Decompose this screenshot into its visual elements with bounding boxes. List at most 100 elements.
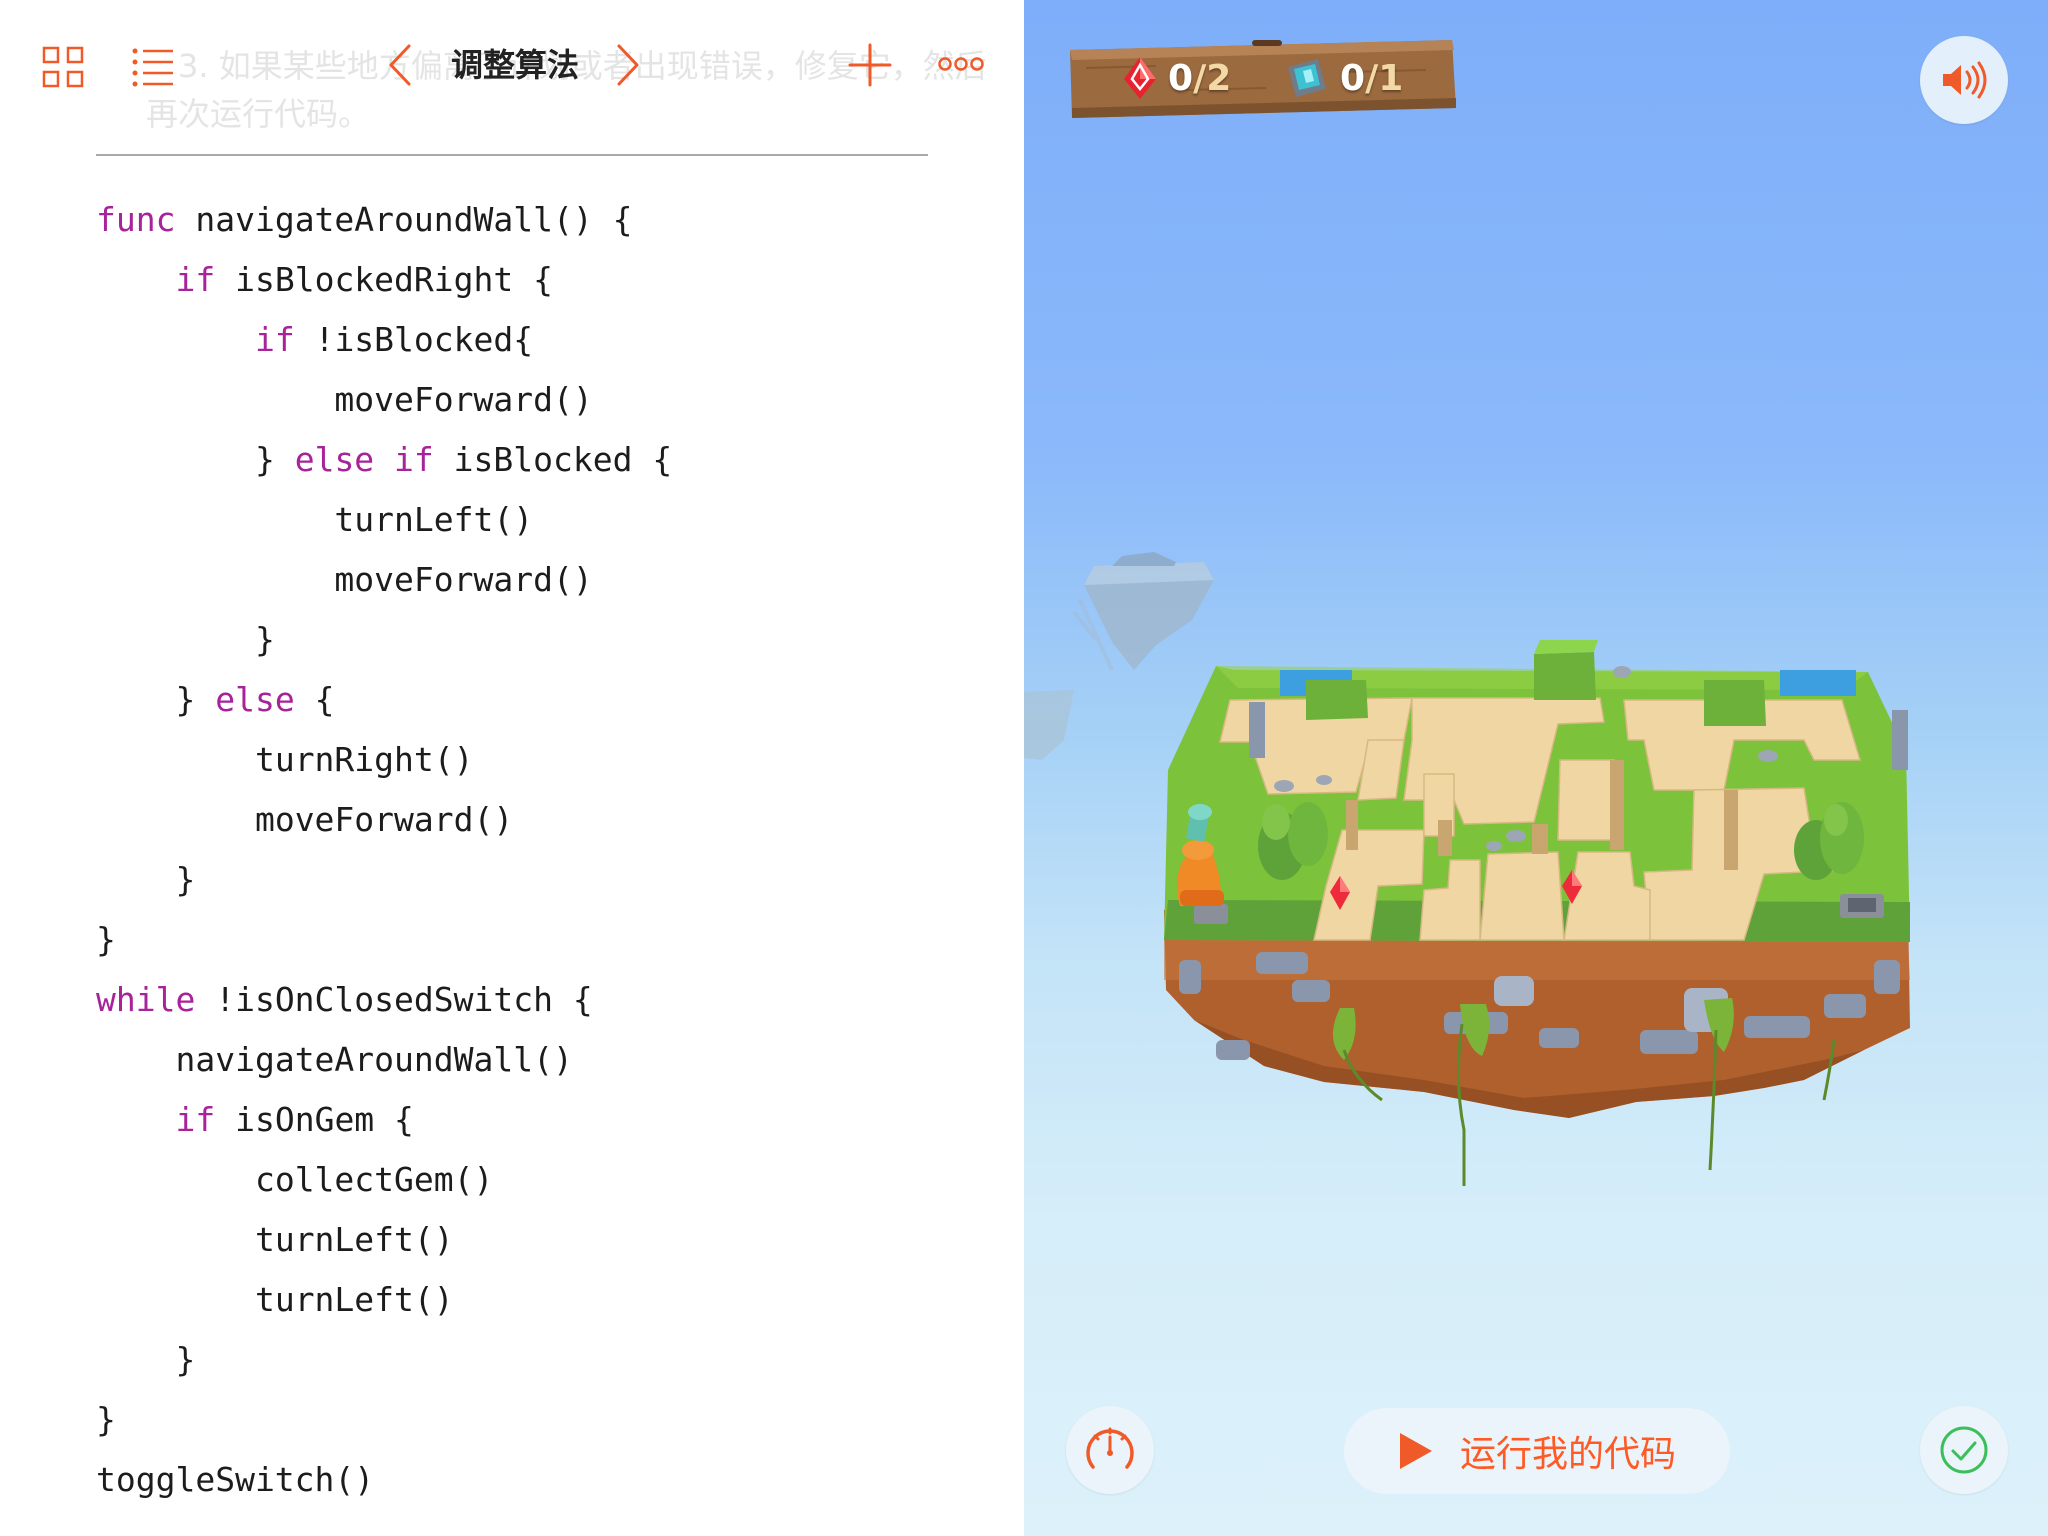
gem-count-text: 0/2	[1168, 57, 1232, 99]
island	[1164, 640, 1910, 1186]
code-listing[interactable]: func navigateAroundWall() { if isBlocked…	[96, 190, 672, 1510]
code-line[interactable]: while !isOnClosedSwitch {	[96, 970, 672, 1030]
code-line[interactable]: }	[96, 850, 672, 910]
chevron-right-icon	[617, 44, 639, 86]
run-my-code-label: 运行我的代码	[1460, 1434, 1677, 1475]
checkmark-icon	[1940, 1426, 1988, 1474]
switches-toggled: 0	[1340, 57, 1366, 99]
code-text: turnLeft()	[254, 1280, 454, 1319]
code-text: moveForward()	[334, 380, 593, 419]
code-line[interactable]: } else {	[96, 670, 672, 730]
code-line[interactable]: collectGem()	[96, 1150, 672, 1210]
code-keyword: else	[215, 680, 295, 719]
code-line[interactable]: turnLeft()	[96, 1270, 672, 1330]
grid-button[interactable]	[40, 44, 86, 90]
code-line[interactable]: moveForward()	[96, 790, 672, 850]
grid-icon	[42, 46, 84, 88]
code-line[interactable]: moveForward()	[96, 550, 672, 610]
play-icon	[1400, 1433, 1432, 1469]
code-text: moveForward()	[334, 560, 593, 599]
more-options-button[interactable]	[936, 48, 986, 80]
code-text: }	[96, 920, 116, 959]
collectibles-counter-board: 0/2 0/1	[1066, 38, 1458, 120]
code-line[interactable]: moveForward()	[96, 370, 672, 430]
code-keyword: if	[254, 320, 295, 359]
code-text: }	[254, 440, 295, 479]
speed-button[interactable]	[1066, 1406, 1154, 1494]
code-keyword: else if	[294, 440, 434, 479]
plus-icon	[848, 43, 892, 87]
code-line[interactable]: func navigateAroundWall() {	[96, 190, 672, 250]
switch-count-text: 0/1	[1340, 57, 1404, 99]
code-text: navigateAroundWall() {	[175, 200, 633, 239]
code-editor-pane: 3. 如果某些地方偏离了计划或者出现错误，修复它，然后 再次运行代码。 调整算法	[0, 0, 1024, 1536]
check-progress-button[interactable]	[1920, 1406, 2008, 1494]
more-icon	[938, 57, 984, 71]
gems-total: 2	[1206, 57, 1232, 99]
code-text: turnLeft()	[334, 500, 534, 539]
code-line[interactable]: }	[96, 1330, 672, 1390]
code-keyword: if	[175, 260, 216, 299]
distant-island-left	[1024, 690, 1074, 760]
code-text: navigateAroundWall()	[175, 1040, 573, 1079]
code-line[interactable]: turnLeft()	[96, 1210, 672, 1270]
outline-list-button[interactable]	[130, 44, 176, 90]
puzzle-world-scene	[1024, 552, 1910, 1186]
code-line[interactable]: toggleSwitch()	[96, 1450, 672, 1510]
next-page-button[interactable]	[608, 40, 648, 90]
run-my-code-button[interactable]: 运行我的代码	[1344, 1408, 1730, 1494]
code-line[interactable]: if isOnGem {	[96, 1090, 672, 1150]
code-text: moveForward()	[254, 800, 514, 839]
code-line[interactable]: turnRight()	[96, 730, 672, 790]
code-text: collectGem()	[254, 1160, 494, 1199]
code-line[interactable]: } else if isBlocked {	[96, 430, 672, 490]
code-text: }	[254, 620, 275, 659]
previous-page-button[interactable]	[380, 40, 420, 90]
code-line[interactable]: navigateAroundWall()	[96, 1030, 672, 1090]
list-icon	[132, 48, 173, 87]
code-line[interactable]: if !isBlocked{	[96, 310, 672, 370]
code-text: }	[96, 1400, 116, 1439]
speedometer-icon	[1086, 1427, 1134, 1469]
code-text: !isOnClosedSwitch {	[195, 980, 593, 1019]
speaker-icon	[1943, 61, 1987, 99]
switch-tile	[1840, 894, 1884, 918]
code-keyword: if	[175, 1100, 216, 1139]
code-line[interactable]: turnLeft()	[96, 490, 672, 550]
editor-toolbar: 调整算法	[0, 0, 1024, 130]
code-line[interactable]: }	[96, 1390, 672, 1450]
code-keyword: func	[96, 200, 176, 239]
section-divider	[96, 154, 928, 156]
add-button[interactable]	[846, 40, 894, 90]
gem-icon	[1124, 57, 1156, 99]
code-text: isBlockedRight {	[215, 260, 553, 299]
code-text: }	[175, 860, 196, 899]
code-text: }	[175, 1340, 196, 1379]
gem-counter: 0/2	[1122, 52, 1231, 104]
page-title: 调整算法	[450, 46, 579, 84]
code-line[interactable]: }	[96, 910, 672, 970]
code-line[interactable]: }	[96, 610, 672, 670]
code-text: turnLeft()	[254, 1220, 454, 1259]
switch-counter: 0/1	[1284, 52, 1403, 104]
code-keyword: while	[96, 980, 196, 1019]
live-view-pane: 0/2 0/1 运行我的代码	[1024, 0, 2048, 1536]
code-line[interactable]: if isBlockedRight {	[96, 250, 672, 310]
sound-button[interactable]	[1920, 36, 2008, 124]
